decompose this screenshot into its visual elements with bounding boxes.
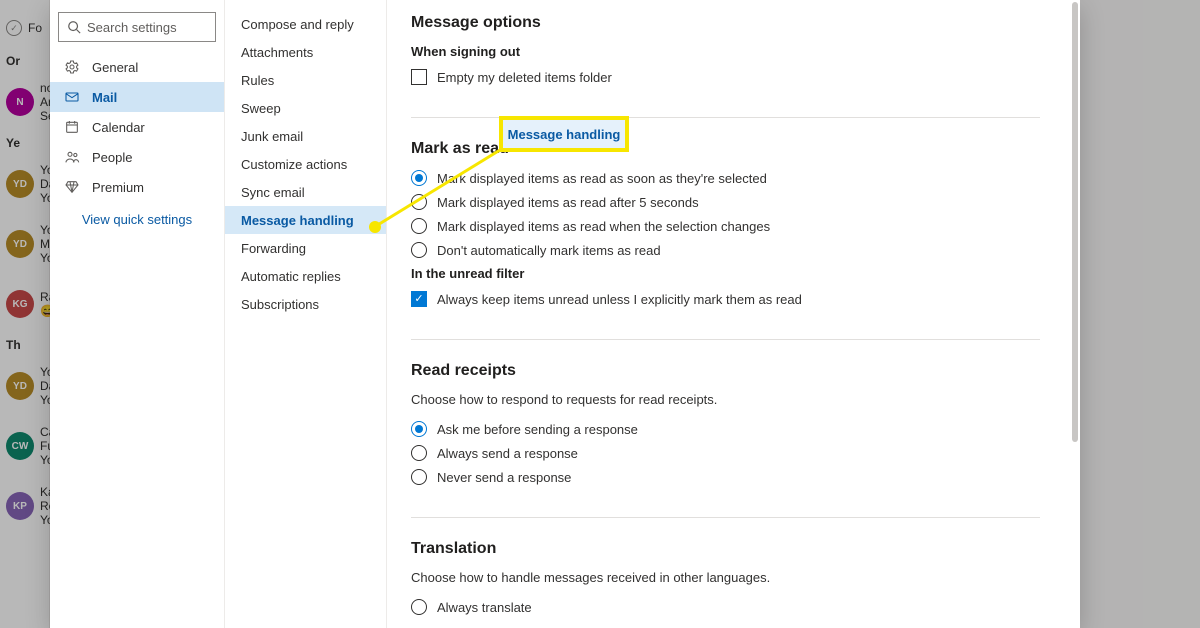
mark-radio-5s[interactable]: Mark displayed items as read after 5 sec… xyxy=(411,194,1040,210)
annotation-callout: Message handling xyxy=(499,116,629,152)
callout-label: Message handling xyxy=(508,127,621,142)
subnav-item[interactable]: Customize actions xyxy=(225,150,386,178)
search-icon xyxy=(67,20,81,34)
receipts-ask[interactable]: Ask me before sending a response xyxy=(411,421,1040,437)
nav-calendar[interactable]: Calendar xyxy=(50,112,224,142)
nav-mail-label: Mail xyxy=(92,90,117,105)
radio-icon xyxy=(411,242,427,258)
scrollbar[interactable] xyxy=(1072,2,1078,626)
settings-panel: Search settings General Mail Calendar Pe… xyxy=(50,0,1080,628)
checkbox-icon xyxy=(411,291,427,307)
quick-settings-link[interactable]: View quick settings xyxy=(50,212,224,227)
receipts-r1: Always send a response xyxy=(437,446,578,461)
radio-icon xyxy=(411,421,427,437)
diamond-icon xyxy=(64,179,80,195)
section-mark-as-read: Mark as read Mark displayed items as rea… xyxy=(411,140,1040,340)
nav-premium-label: Premium xyxy=(92,180,144,195)
settings-content: Message options When signing out Empty m… xyxy=(387,0,1080,628)
people-icon xyxy=(64,149,80,165)
message-options-title: Message options xyxy=(411,14,1040,32)
mail-icon xyxy=(64,89,80,105)
settings-nav: Search settings General Mail Calendar Pe… xyxy=(50,0,225,628)
scrollbar-thumb[interactable] xyxy=(1072,2,1078,442)
subnav-item[interactable]: Forwarding xyxy=(225,234,386,262)
empty-deleted-label: Empty my deleted items folder xyxy=(437,70,612,85)
nav-mail[interactable]: Mail xyxy=(50,82,224,112)
subnav-item[interactable]: Sync email xyxy=(225,178,386,206)
unread-filter-title: In the unread filter xyxy=(411,266,1040,281)
receipts-r2: Never send a response xyxy=(437,470,571,485)
translation-always[interactable]: Always translate xyxy=(411,599,1040,615)
section-message-options: Message options When signing out Empty m… xyxy=(411,14,1040,118)
receipts-never[interactable]: Never send a response xyxy=(411,469,1040,485)
section-read-receipts: Read receipts Choose how to respond to r… xyxy=(411,362,1040,518)
subnav-item[interactable]: Junk email xyxy=(225,122,386,150)
subnav-item[interactable]: Compose and reply xyxy=(225,10,386,38)
gear-icon xyxy=(64,59,80,75)
checkbox-icon xyxy=(411,69,427,85)
subnav-item[interactable]: Automatic replies xyxy=(225,262,386,290)
nav-calendar-label: Calendar xyxy=(92,120,145,135)
translation-r0: Always translate xyxy=(437,600,532,615)
radio-icon xyxy=(411,445,427,461)
mark-radio-never[interactable]: Don't automatically mark items as read xyxy=(411,242,1040,258)
subnav-item[interactable]: Attachments xyxy=(225,38,386,66)
mark-radio-selected[interactable]: Mark displayed items as read as soon as … xyxy=(411,170,1040,186)
receipts-r0: Ask me before sending a response xyxy=(437,422,638,437)
nav-general-label: General xyxy=(92,60,138,75)
translation-title: Translation xyxy=(411,540,1040,558)
content-scroll[interactable]: Message options When signing out Empty m… xyxy=(387,0,1080,628)
annotation-dot xyxy=(369,221,381,233)
translation-desc: Choose how to handle messages received i… xyxy=(411,570,1040,585)
subnav-item[interactable]: Subscriptions xyxy=(225,290,386,318)
subnav-item[interactable]: Sweep xyxy=(225,94,386,122)
signout-label: When signing out xyxy=(411,44,1040,59)
receipts-title: Read receipts xyxy=(411,362,1040,380)
search-input[interactable]: Search settings xyxy=(58,12,216,42)
search-placeholder: Search settings xyxy=(87,20,177,35)
subnav-item[interactable]: Message handling xyxy=(225,206,386,234)
section-translation: Translation Choose how to handle message… xyxy=(411,540,1040,628)
calendar-icon xyxy=(64,119,80,135)
radio-icon xyxy=(411,469,427,485)
receipts-desc: Choose how to respond to requests for re… xyxy=(411,392,1040,407)
mark-r3: Don't automatically mark items as read xyxy=(437,243,661,258)
nav-general[interactable]: General xyxy=(50,52,224,82)
radio-icon xyxy=(411,599,427,615)
nav-people[interactable]: People xyxy=(50,142,224,172)
nav-premium[interactable]: Premium xyxy=(50,172,224,202)
subnav-item[interactable]: Rules xyxy=(225,66,386,94)
unread-chk-label: Always keep items unread unless I explic… xyxy=(437,292,802,307)
annotation-line xyxy=(370,148,504,232)
nav-people-label: People xyxy=(92,150,132,165)
receipts-always[interactable]: Always send a response xyxy=(411,445,1040,461)
unread-filter-option[interactable]: Always keep items unread unless I explic… xyxy=(411,291,1040,307)
mark-radio-selection-change[interactable]: Mark displayed items as read when the se… xyxy=(411,218,1040,234)
mail-subnav: Compose and replyAttachmentsRulesSweepJu… xyxy=(225,0,387,628)
empty-deleted-option[interactable]: Empty my deleted items folder xyxy=(411,69,1040,85)
